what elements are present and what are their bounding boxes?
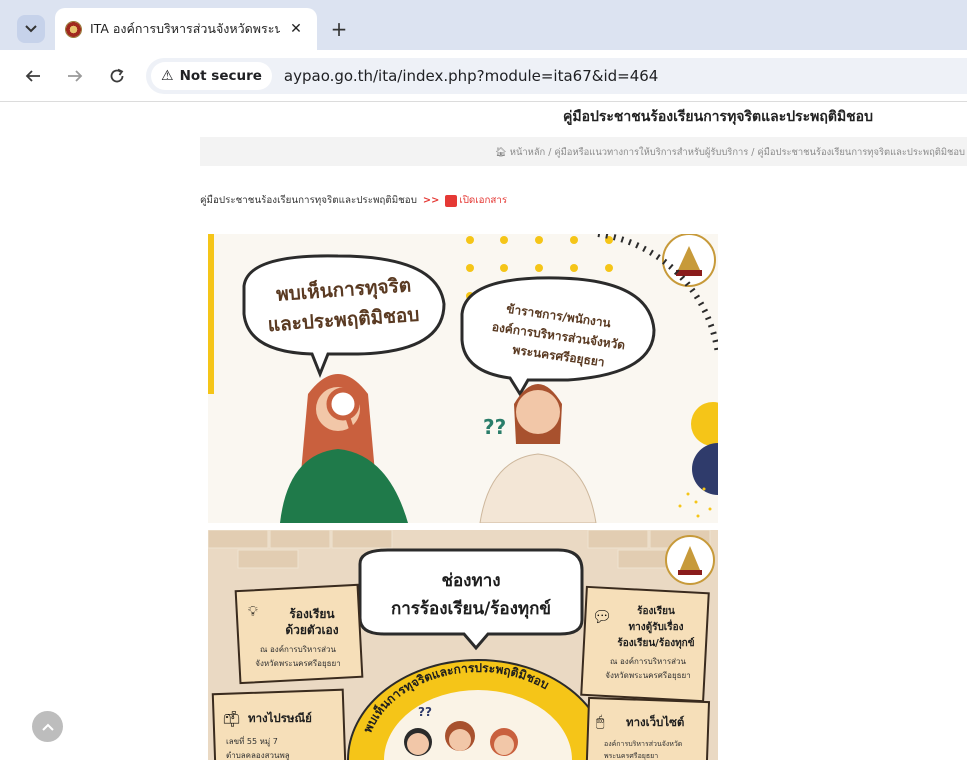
breadcrumb-bar: 🏠︎ หน้าหลัก / คู่มือหรือแนวทางการให้บริก…: [200, 137, 967, 166]
card2-title-line2: ทางตู้รับเรื่อง: [629, 619, 684, 634]
tab-close-button[interactable]: ✕: [285, 18, 307, 40]
breadcrumb: 🏠︎ หน้าหลัก / คู่มือหรือแนวทางการให้บริก…: [495, 145, 965, 160]
chevron-down-icon: [25, 25, 37, 33]
open-document-link[interactable]: เปิดเอกสาร: [459, 193, 507, 208]
infographic-top: พบเห็นการทุจริต และประพฤติมิชอบ ข้าราชกา…: [208, 234, 718, 523]
card3-body-line2: ตำบลคลองสวนพลู: [226, 751, 290, 760]
page-title: คู่มือประชาชนร้องเรียนการทุจริตและประพฤต…: [563, 109, 873, 125]
site-info-chip[interactable]: ⚠ Not secure: [151, 62, 272, 90]
question-marks: ??: [483, 415, 506, 439]
reload-button[interactable]: [103, 62, 131, 90]
card1-body-line2: จังหวัดพระนครศรีอยุธยา: [255, 659, 340, 668]
tab-list-button[interactable]: [17, 15, 45, 43]
document-link-line: คู่มือประชาชนร้องเรียนการทุจริตและประพฤต…: [200, 193, 507, 208]
card4-body-line1: องค์การบริหารส่วนจังหวัด: [604, 740, 682, 748]
lightbulb-icon: 💡︎: [248, 604, 258, 620]
card1-body-line1: ณ องค์การบริหารส่วน: [260, 644, 336, 654]
card3-body-line1: เลขที่ 55 หมู่ 7: [226, 735, 278, 747]
magnifier-icon: [326, 387, 360, 421]
card2-body-line1: ณ องค์การบริหารส่วน: [610, 656, 686, 666]
address-bar[interactable]: ⚠ Not secure aypao.go.th/ita/index.php?m…: [146, 58, 967, 94]
scroll-to-top-button[interactable]: [32, 711, 63, 742]
breadcrumb-text[interactable]: หน้าหลัก / คู่มือหรือแนวทางการให้บริการส…: [510, 147, 965, 158]
card2-title-line3: ร้องเรียน/ร้องทุกข์: [617, 637, 694, 649]
url-text[interactable]: aypao.go.th/ita/index.php?module=ita67&i…: [284, 67, 658, 85]
card2-body-line2: จังหวัดพระนครศรีอยุธยา: [605, 671, 690, 680]
document-label: คู่มือประชาชนร้องเรียนการทุจริตและประพฤต…: [200, 195, 417, 206]
infographic-top-art: พบเห็นการทุจริต และประพฤติมิชอบ ข้าราชกา…: [208, 234, 718, 523]
back-arrow-icon: [25, 70, 40, 82]
heading-line1: ช่องทาง: [441, 571, 500, 591]
tab-title: ITA องค์การบริหารส่วนจังหวัดพระนครศรีอยุ…: [90, 21, 280, 36]
not-secure-label: Not secure: [179, 68, 262, 84]
card4-title: ทางเว็บไซต์: [626, 714, 684, 729]
pdf-icon: [445, 194, 458, 207]
infographic-bottom-art: ช่องทาง การร้องเรียน/ร้องทุกข์ 💡︎ ร้องเร…: [208, 530, 715, 760]
double-chevron-icon: >>: [422, 195, 440, 206]
forward-button[interactable]: [61, 62, 89, 90]
site-favicon-icon: [65, 20, 82, 38]
card1-title-line1: ร้องเรียน: [289, 607, 335, 621]
browser-tab[interactable]: ITA องค์การบริหารส่วนจังหวัดพระนครศรีอยุ…: [55, 8, 317, 50]
reload-icon: [110, 68, 124, 83]
card3-title: ทางไปรษณีย์: [248, 711, 312, 725]
chevron-up-icon: [41, 723, 54, 731]
chat-icon: 💬︎: [592, 607, 612, 626]
browser-toolbar: ⚠ Not secure aypao.go.th/ita/index.php?m…: [0, 50, 967, 102]
card4-body-line2: พระนครศรีอยุธยา: [604, 752, 658, 760]
warning-icon: ⚠: [161, 68, 174, 84]
heading-line2: การร้องเรียน/ร้องทุกข์: [391, 598, 551, 619]
new-tab-button[interactable]: +: [327, 17, 351, 41]
home-icon: 🏠︎: [494, 147, 507, 158]
back-button[interactable]: [19, 62, 47, 90]
question-marks-2: ??: [418, 705, 432, 719]
forward-arrow-icon: [68, 70, 83, 82]
card2-title-line1: ร้องเรียน: [637, 605, 675, 617]
website-icon: 🖱︎: [596, 714, 605, 730]
tab-strip: ITA องค์การบริหารส่วนจังหวัดพระนครศรีอยุ…: [0, 0, 967, 50]
card1-title-line2: ด้วยตัวเอง: [285, 623, 338, 637]
infographic-bottom: ช่องทาง การร้องเรียน/ร้องทุกข์ 💡︎ ร้องเร…: [208, 530, 718, 760]
mailbox-icon: 📫︎: [222, 710, 241, 728]
